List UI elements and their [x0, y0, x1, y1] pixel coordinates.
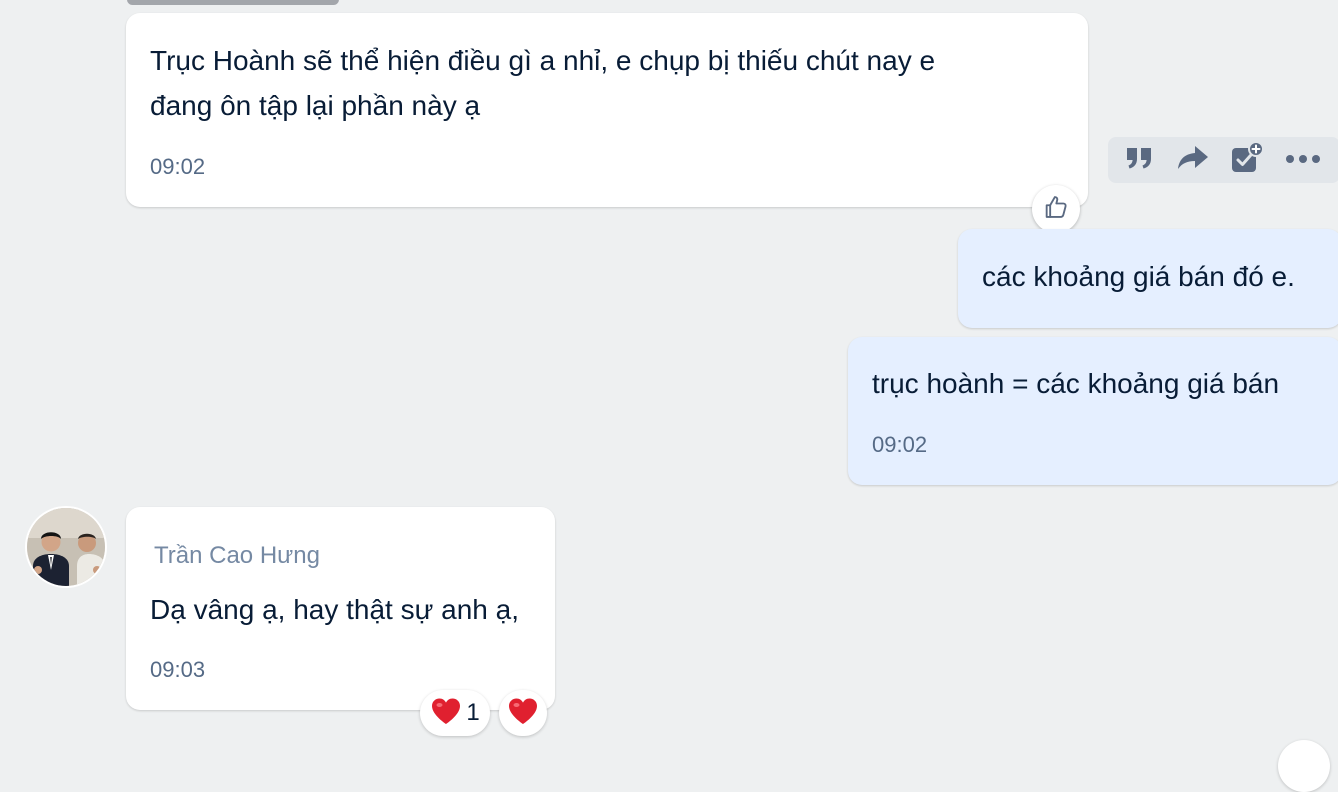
- message-bubble-outgoing[interactable]: trục hoành = các khoảng giá bán 09:02: [848, 337, 1338, 485]
- message-time: 09:03: [150, 657, 206, 682]
- heart-icon: [430, 697, 462, 730]
- message-text-line: Dạ vâng ạ, hay thật sự anh ạ,: [150, 594, 519, 625]
- thumbs-up-icon: [1042, 193, 1070, 226]
- message-bubble-incoming[interactable]: Trần Cao Hưng Dạ vâng ạ, hay thật sự anh…: [126, 507, 555, 710]
- message-time: 09:02: [872, 432, 928, 457]
- scroll-to-bottom-button[interactable]: [1278, 740, 1330, 792]
- quote-button[interactable]: [1118, 137, 1162, 183]
- quote-icon: [1125, 145, 1155, 176]
- message-text-line: Trục Hoành sẽ thể hiện điều gì a nhỉ, e …: [150, 45, 936, 76]
- forward-button[interactable]: [1171, 137, 1215, 183]
- message-text-line: trục hoành = các khoảng giá bán: [872, 368, 1280, 399]
- previous-message-bubble-edge: [127, 0, 339, 5]
- reaction-count: 1: [466, 699, 480, 726]
- heart-reaction-button[interactable]: [499, 690, 547, 736]
- message-bubble-outgoing[interactable]: các khoảng giá bán đó e.: [958, 229, 1338, 328]
- add-task-button[interactable]: [1225, 137, 1269, 183]
- add-task-icon: [1230, 140, 1264, 180]
- sender-name[interactable]: Trần Cao Hưng: [154, 542, 320, 570]
- reaction-summary[interactable]: 1: [420, 690, 490, 736]
- message-text-line: các khoảng giá bán đó e.: [982, 261, 1295, 292]
- message-text-line: đang ôn tập lại phần này ạ: [150, 90, 481, 121]
- more-options-button[interactable]: [1281, 137, 1325, 183]
- message-bubble-incoming[interactable]: Trục Hoành sẽ thể hiện điều gì a nhỉ, e …: [126, 13, 1088, 207]
- message-time: 09:02: [150, 154, 206, 179]
- forward-icon: [1177, 144, 1209, 177]
- message-action-bar: [1108, 137, 1338, 183]
- heart-icon: [507, 697, 539, 730]
- avatar[interactable]: [27, 508, 105, 586]
- like-reaction-button[interactable]: [1032, 185, 1080, 233]
- more-icon: [1285, 151, 1321, 169]
